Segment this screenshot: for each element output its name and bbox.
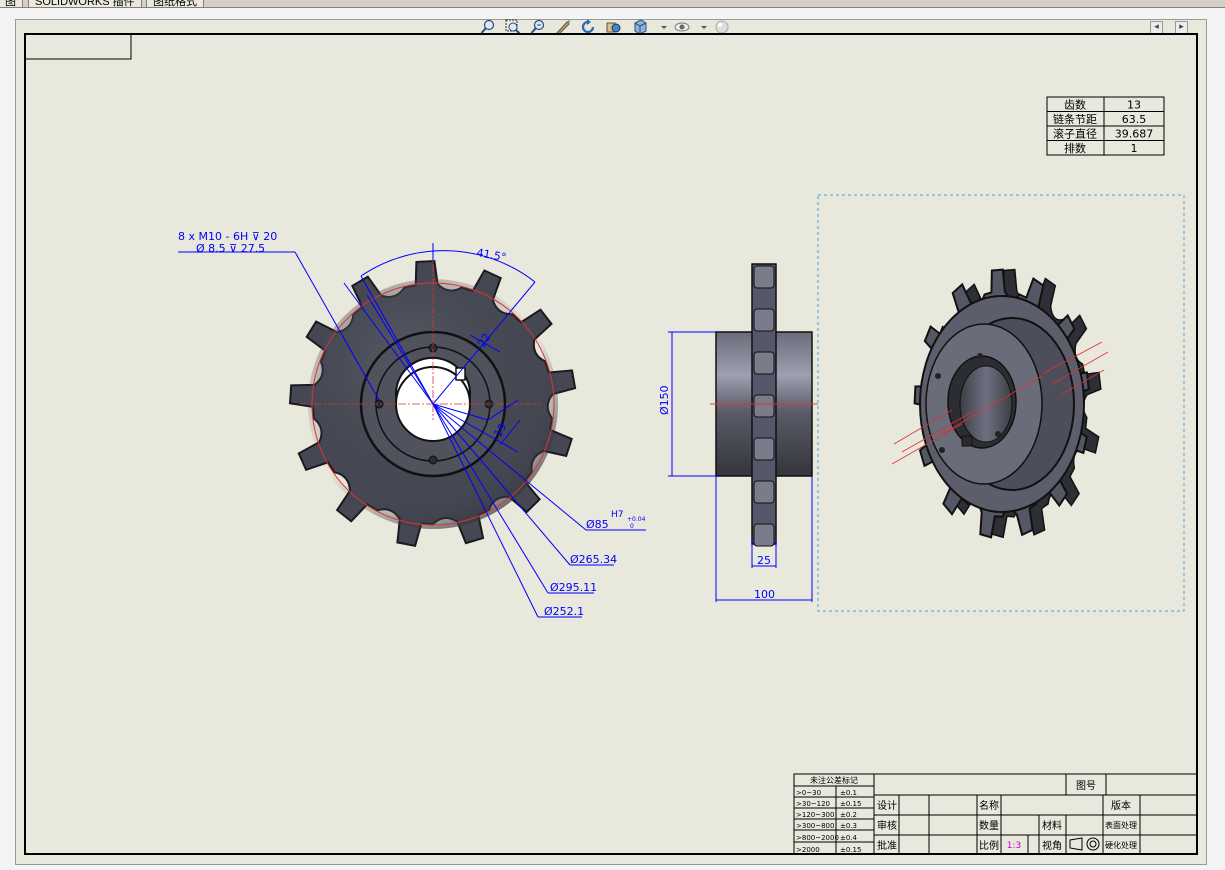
- hole-callout-line2[interactable]: Ø 8.5 ⊽ 27.5: [196, 242, 265, 255]
- name-label: 名称: [979, 799, 999, 812]
- param-value-pitch: 63.5: [1122, 113, 1147, 126]
- version-label: 版本: [1111, 799, 1131, 812]
- front-view[interactable]: [288, 250, 577, 548]
- projection-symbol-icon: [1069, 837, 1100, 851]
- side-tooth: [753, 394, 775, 418]
- side-tooth: [753, 308, 775, 332]
- bolt-hole: [428, 455, 438, 465]
- surface-treatment-label: 表面处理: [1105, 820, 1137, 830]
- param-value-teeth: 13: [1127, 99, 1141, 112]
- tol-value: ±0.3: [840, 822, 857, 830]
- revision-corner-box: [25, 34, 132, 60]
- bore-tolerance-lower: 0: [630, 523, 634, 530]
- side-tooth: [753, 523, 775, 547]
- approve-label: 批准: [877, 839, 897, 852]
- side-tooth: [753, 351, 775, 375]
- side-view[interactable]: [710, 263, 818, 547]
- dimension-25[interactable]: 25: [757, 554, 771, 567]
- param-label-roller: 滚子直径: [1053, 127, 1097, 141]
- tol-range: >120~300: [796, 811, 834, 819]
- dimension-252-1[interactable]: Ø252.1: [544, 605, 584, 618]
- tol-value: ±0.15: [840, 846, 861, 854]
- tol-range: >300~800: [796, 822, 834, 830]
- tol-value: ±0.1: [840, 789, 857, 797]
- bore-tolerance-upper: +0.04: [627, 516, 646, 523]
- keyway: [455, 367, 466, 381]
- bore-dimension[interactable]: Ø85: [586, 518, 609, 531]
- view-angle-label: 视角: [1042, 839, 1062, 852]
- param-label-rows: 排数: [1064, 141, 1086, 155]
- tol-value: ±0.2: [840, 811, 857, 819]
- param-value-rows: 1: [1131, 142, 1138, 155]
- side-tooth: [753, 265, 775, 289]
- drawing-number-label: 图号: [1076, 780, 1096, 792]
- hardening-label: 硬化处理: [1105, 840, 1137, 850]
- design-label: 设计: [877, 799, 897, 812]
- param-label-pitch: 链条节距: [1053, 112, 1097, 126]
- material-label: 材料: [1042, 819, 1062, 832]
- scale-value: 1:3: [1007, 841, 1021, 851]
- tolerance-table-title: 未注公差标记: [810, 775, 858, 785]
- tol-value: ±0.15: [840, 800, 861, 808]
- tol-range: >30~120: [796, 800, 830, 808]
- review-label: 审核: [877, 819, 897, 832]
- quantity-label: 数量: [979, 819, 999, 832]
- drawing-canvas: 齿数 13 链条节距 63.5 滚子直径 39.687 排数 1 8 x M10…: [24, 33, 1198, 855]
- dimension-295-11[interactable]: Ø295.11: [550, 581, 597, 594]
- tol-value: ±0.4: [840, 834, 858, 842]
- tol-range: >800~2000: [796, 834, 839, 842]
- param-label-teeth: 齿数: [1064, 99, 1086, 112]
- dimension-100[interactable]: 100: [754, 588, 775, 601]
- title-block: [873, 773, 1198, 855]
- scale-label: 比例: [979, 839, 999, 852]
- dimension-265-34[interactable]: Ø265.34: [570, 553, 617, 566]
- dimension-dia-150[interactable]: Ø150: [658, 385, 671, 415]
- angle-dimension[interactable]: 41.5°: [475, 246, 507, 264]
- bore-tolerance-class: H7: [611, 510, 624, 520]
- side-tooth: [753, 437, 775, 461]
- tol-range: >0~30: [796, 789, 821, 797]
- isometric-view[interactable]: [891, 268, 1109, 539]
- param-value-roller: 39.687: [1115, 128, 1154, 141]
- side-tooth: [753, 480, 775, 504]
- side-teeth: [751, 263, 777, 547]
- tol-range: >2000: [796, 846, 820, 854]
